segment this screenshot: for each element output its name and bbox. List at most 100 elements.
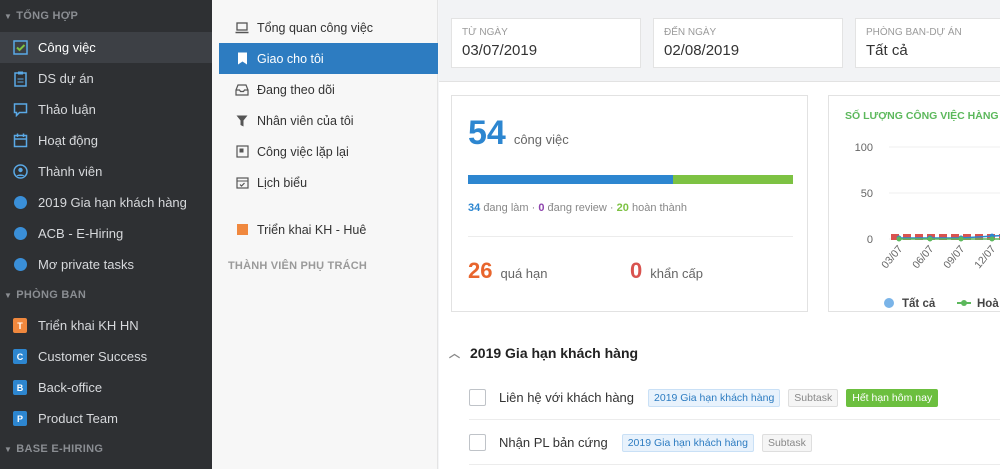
sidebar-item-hoat-dong[interactable]: Hoạt động (0, 125, 212, 156)
group-header[interactable]: ︿ 2019 Gia hạn khách hàng (449, 345, 638, 361)
sidebar-item-thanh-vien[interactable]: Thành viên (0, 156, 212, 187)
total-count: 54 (468, 114, 506, 152)
section-title-phong-ban[interactable]: ▼ PHÒNG BAN (0, 280, 212, 310)
series-point (927, 236, 933, 242)
calendar-icon (12, 133, 28, 149)
x-tick-label: 12/07 (972, 243, 998, 271)
sidebar-item-label: Triển khai KH HN (38, 318, 139, 333)
project-tag[interactable]: 2019 Gia hạn khách hàng (621, 433, 754, 452)
to-date-field[interactable]: ĐẾN NGÀY 02/08/2019 (653, 18, 843, 68)
subnav-item-recurring[interactable]: Công việc lặp lại (219, 136, 438, 167)
x-tick-label: 06/07 (910, 243, 936, 271)
sidebar-item-ds-du-an[interactable]: DS dự án (0, 63, 212, 94)
group-title: 2019 Gia hạn khách hàng (470, 345, 639, 361)
y-tick-label: 0 (867, 234, 873, 246)
subnav-item-my-staff[interactable]: Nhân viên của tôi (219, 105, 438, 136)
dot-icon (12, 257, 28, 273)
sidebar-item-label: Thảo luận (38, 102, 96, 117)
y-tick-label: 50 (861, 188, 873, 200)
section-title-tong-hop[interactable]: ▼ TỔNG HỢP (0, 0, 212, 32)
filter-icon (235, 114, 249, 128)
subnav-project-label: Triển khai KH - Huê (257, 222, 367, 237)
subnav-item-label: Nhân viên của tôi (257, 113, 354, 128)
sidebar-item-gia-han[interactable]: 2019 Gia hạn khách hàng (0, 187, 212, 218)
task-checkbox[interactable] (469, 389, 486, 406)
project-square-icon (235, 223, 249, 237)
progress-in-progress (468, 175, 673, 184)
line-chart: 10050003/0706/0709/0712/0715/07Tất cảHoà (855, 142, 1000, 310)
sidebar-item-label: Hoạt động (38, 133, 98, 148)
legend-marker (961, 300, 967, 306)
task-name[interactable]: Nhận PL bản cứng (499, 435, 608, 450)
subnav-project-trien-khai-hue[interactable]: Triển khai KH - Huê (219, 214, 438, 245)
urgent-stat[interactable]: 0 khẩn cấp (630, 258, 703, 284)
sidebar-item-label: Công việc (38, 40, 96, 55)
sidebar-item-back-office[interactable]: B Back-office (0, 372, 212, 403)
dot-icon (12, 226, 28, 242)
sidebar-item-private-tasks[interactable]: Mơ private tasks (0, 249, 212, 280)
to-date-value: 02/08/2019 (664, 42, 740, 59)
subtask-tag: Subtask (761, 433, 812, 452)
progress-done (672, 175, 793, 184)
chart-card: SỐ LƯỢNG CÔNG VIỆC HÀNG N 100 50 0 03/07 06/… (828, 95, 1000, 312)
subnav-item-label: Lịch biểu (257, 175, 308, 190)
subnav-item-label: Giao cho tôi (257, 51, 324, 66)
sidebar-item-label: DS dự án (38, 71, 94, 86)
series-point (989, 236, 995, 242)
dot-icon (12, 195, 28, 211)
caret-down-icon: ▼ (4, 290, 13, 300)
checkbox-icon (12, 40, 28, 56)
chevron-up-icon: ︿ (449, 348, 460, 360)
subnav-item-overview[interactable]: Tổng quan công việc (219, 12, 438, 43)
subnav-item-label: Đang theo dõi (257, 82, 335, 97)
subnav-item-following[interactable]: Đang theo dõi (219, 74, 438, 105)
series-point (896, 236, 902, 242)
task-name[interactable]: Liên hệ với khách hàng (499, 390, 634, 405)
y-tick-label: 100 (855, 142, 873, 154)
subnav-item-label: Tổng quan công việc (257, 20, 374, 35)
progress-bar (468, 175, 793, 184)
x-tick-label: 03/07 (879, 243, 905, 271)
overdue-stat[interactable]: 26 quá hạn (468, 258, 547, 284)
repeat-icon (235, 145, 249, 159)
legend-label: Hoà (977, 298, 999, 310)
legend-marker (884, 298, 894, 308)
to-date-label: ĐẾN NGÀY (664, 27, 717, 38)
caret-down-icon: ▼ (4, 11, 13, 21)
sidebar-item-cong-viec[interactable]: Công việc (0, 32, 212, 63)
department-label: PHÒNG BAN-DỰ ÁN (866, 27, 962, 38)
sidebar-item-customer-success[interactable]: C Customer Success (0, 341, 212, 372)
sidebar-item-label: Back-office (38, 380, 103, 395)
sidebar-item-product-team[interactable]: P Product Team (0, 403, 212, 434)
from-date-field[interactable]: TỪ NGÀY 03/07/2019 (451, 18, 641, 68)
department-select[interactable]: PHÒNG BAN-DỰ ÁN Tất cả (855, 18, 1000, 68)
sidebar-item-label: ACB - E-Hiring (38, 226, 124, 241)
x-tick-label: 09/07 (941, 243, 967, 271)
department-value: Tất cả (866, 42, 908, 59)
sidebar-item-label: Mơ private tasks (38, 257, 134, 272)
caret-down-icon: ▼ (4, 444, 13, 454)
subtask-tag: Subtask (788, 388, 839, 407)
sidebar-item-label: Thành viên (38, 164, 103, 179)
due-status-tag: Hết hạn hôm nay (846, 388, 939, 407)
main-content: TỪ NGÀY 03/07/2019 ĐẾN NGÀY 02/08/2019 P… (439, 0, 1000, 469)
sidebar-item-label: 2019 Gia hạn khách hàng (38, 195, 187, 210)
project-tag[interactable]: 2019 Gia hạn khách hàng (648, 388, 781, 407)
status-breakdown: 34 đang làm · 0 đang review · 20 hoàn th… (468, 202, 688, 214)
sidebar-item-acb[interactable]: ACB - E-Hiring (0, 218, 212, 249)
task-subnav: Tổng quan công việc Giao cho tôi Đang th… (212, 0, 438, 469)
task-row[interactable]: Nhận PL bản cứng 2019 Gia hạn khách hàng… (469, 421, 1000, 465)
task-checkbox[interactable] (469, 434, 486, 451)
sidebar-item-thao-luan[interactable]: Thảo luận (0, 94, 212, 125)
subnav-item-label: Công việc lặp lại (257, 144, 349, 159)
task-row[interactable]: Liên hệ với khách hàng 2019 Gia hạn khác… (469, 376, 1000, 420)
chat-icon (12, 102, 28, 118)
subnav-item-assigned-to-me[interactable]: Giao cho tôi (219, 43, 438, 74)
section-title-base-e-hiring[interactable]: ▼ BASE E-HIRING (0, 434, 212, 464)
bookmark-icon (235, 52, 249, 66)
total-unit: công việc (513, 132, 569, 147)
subnav-item-schedule[interactable]: Lịch biểu (219, 167, 438, 198)
from-date-label: TỪ NGÀY (462, 27, 508, 38)
sidebar-item-trien-khai-hn[interactable]: T Triển khai KH HN (0, 310, 212, 341)
letter-tile-icon: B (12, 380, 28, 396)
